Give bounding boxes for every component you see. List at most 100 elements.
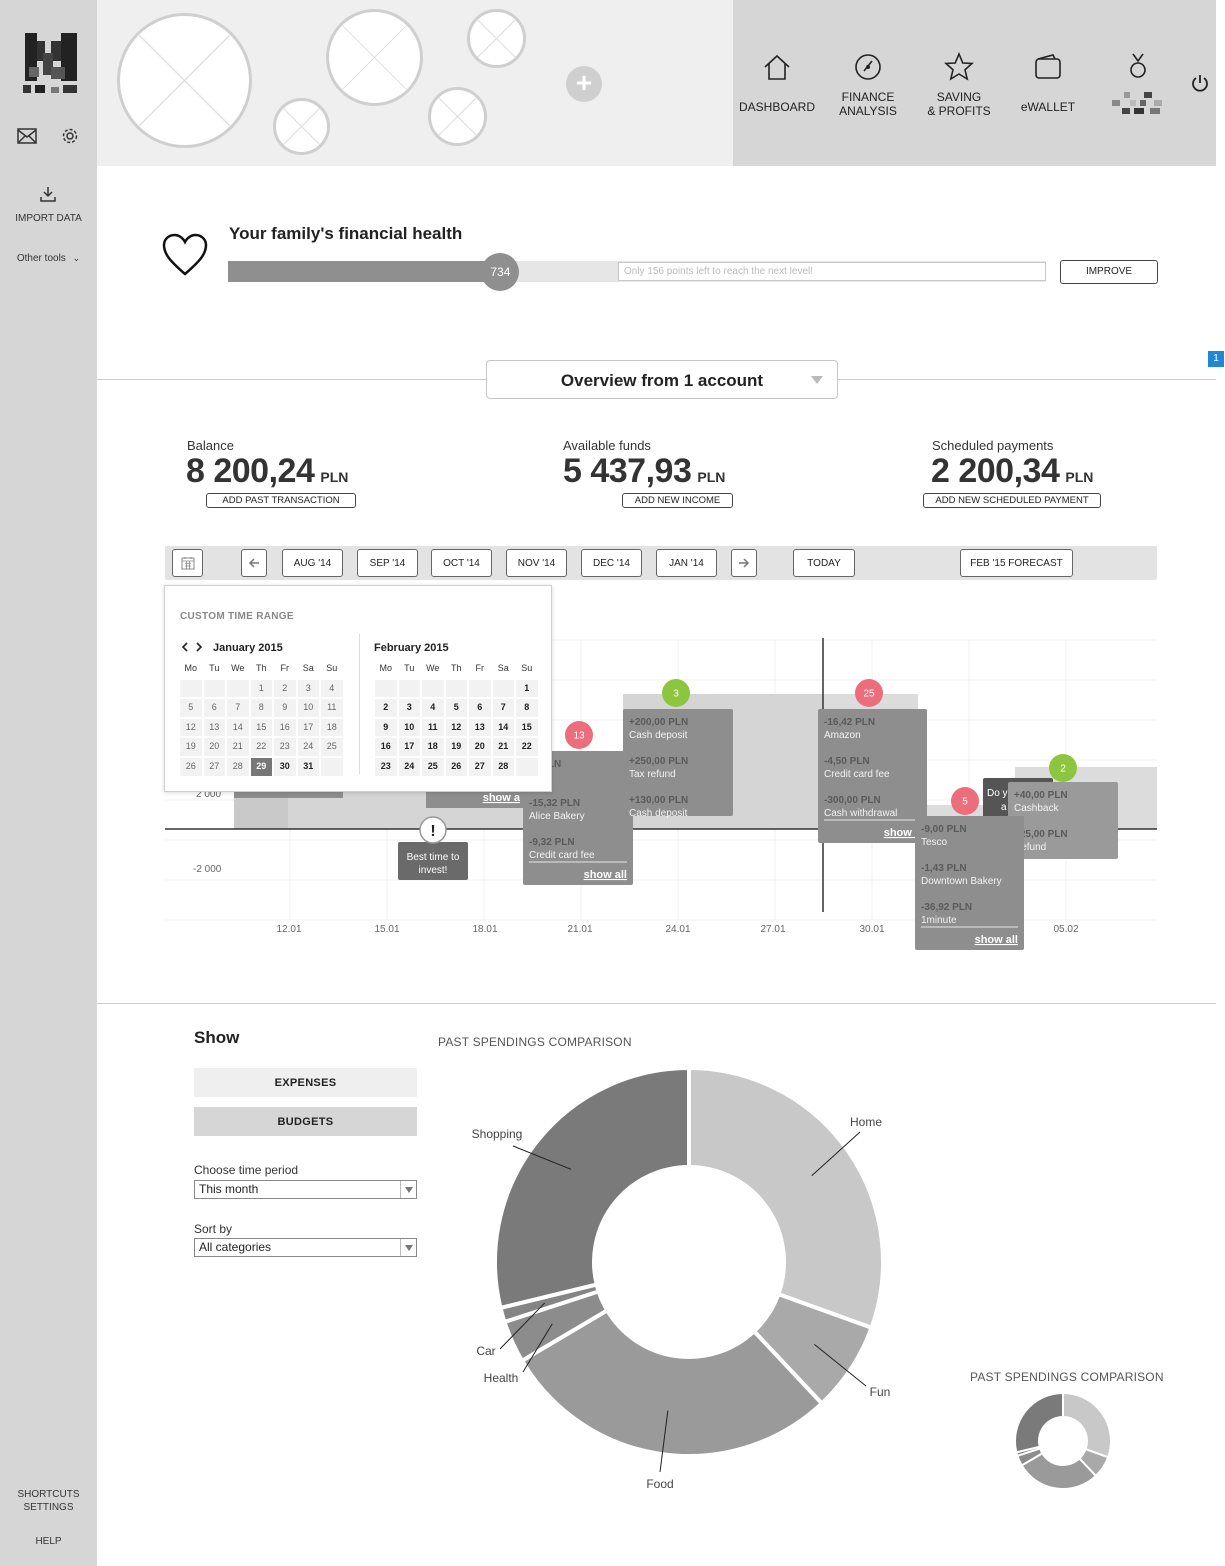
logo[interactable] [21,31,81,97]
calendar-day[interactable]: 25 [421,756,445,777]
calendar-day[interactable]: 12 [179,717,203,738]
period-select[interactable]: This month [194,1180,417,1199]
expenses-toggle[interactable]: EXPENSES [194,1068,417,1097]
calendar-day[interactable]: 22 [249,737,273,757]
calendar-day[interactable]: 27 [468,756,492,777]
calendar-day[interactable]: 7 [226,698,250,718]
calendar-day[interactable]: 3 [397,698,421,718]
calendar-day[interactable]: 3 [296,678,320,699]
calendar-day[interactable]: 18 [320,717,344,738]
calendar-day[interactable]: 29 [249,756,273,777]
member-avatar[interactable] [273,98,330,155]
forecast-button[interactable]: FEB '15 FORECAST [960,549,1073,577]
calendar-day[interactable]: 11 [320,698,344,718]
nav-ewallet[interactable]: eWALLET [1008,48,1088,114]
calendar-day[interactable]: 21 [491,737,515,757]
calendar-day[interactable]: 8 [249,698,273,718]
calendar-day[interactable]: 7 [491,698,515,718]
calendar-day[interactable]: 19 [179,737,203,757]
calendar-day[interactable]: 13 [468,717,492,738]
add-past-transaction-button[interactable]: ADD PAST TRANSACTION [206,493,356,508]
calendar-day[interactable]: 31 [296,756,320,777]
nav-dashboard[interactable]: DASHBOARD [737,48,817,114]
calendar-day[interactable]: 4 [421,698,445,718]
calendar-day[interactable]: 15 [249,717,273,738]
member-avatar[interactable] [326,9,423,106]
calendar-day[interactable]: 28 [226,756,250,777]
calendar-day[interactable]: 17 [296,717,320,738]
timeline-prev-button[interactable] [241,549,267,577]
calendar-day[interactable]: 26 [444,756,468,777]
chevron-left-icon[interactable] [181,642,189,652]
nav-saving-profits[interactable]: SAVING & PROFITS [919,48,999,118]
calendar-day[interactable]: 20 [468,737,492,757]
calendar-day[interactable]: 14 [226,717,250,738]
calendar-day[interactable]: 5 [444,698,468,718]
calendar-day[interactable]: 5 [179,698,203,718]
calendar-day[interactable]: 16 [273,717,297,738]
calendar-button[interactable] [172,549,203,577]
month-nov[interactable]: NOV '14 [506,549,567,577]
calendar-day[interactable]: 23 [374,756,398,777]
calendar-day[interactable]: 22 [515,737,539,757]
add-new-income-button[interactable]: ADD NEW INCOME [622,493,733,508]
member-avatar[interactable] [467,9,526,68]
calendar-day[interactable]: 8 [515,698,539,718]
calendar-day[interactable]: 15 [515,717,539,738]
calendar-day[interactable]: 28 [491,756,515,777]
download-icon[interactable] [34,180,62,208]
calendar-day[interactable]: 13 [202,717,226,738]
member-avatar[interactable] [117,13,252,148]
help-link[interactable]: HELP [0,1535,97,1548]
calendar-day[interactable]: 24 [397,756,421,777]
improve-button[interactable]: IMPROVE [1060,260,1158,284]
mail-icon[interactable] [13,122,41,150]
calendar-day[interactable]: 18 [421,737,445,757]
calendar-day[interactable]: 21 [226,737,250,757]
add-scheduled-payment-button[interactable]: ADD NEW SCHEDULED PAYMENT [923,493,1101,508]
calendar-day[interactable]: 2 [374,698,398,718]
calendar-day[interactable]: 25 [320,737,344,757]
gear-icon[interactable] [56,122,84,150]
calendar-day[interactable]: 10 [397,717,421,738]
calendar-day[interactable]: 10 [296,698,320,718]
today-button[interactable]: TODAY [793,549,855,577]
calendar-day[interactable]: 12 [444,717,468,738]
calendar-day[interactable]: 14 [491,717,515,738]
month-sep[interactable]: SEP '14 [357,549,418,577]
other-tools-menu[interactable]: Other tools ⌄ [0,252,97,265]
calendar-day[interactable]: 6 [202,698,226,718]
calendar-day[interactable]: 9 [374,717,398,738]
calendar-day[interactable]: 1 [249,678,273,699]
show-all-link[interactable]: show all [975,934,1018,946]
month-oct[interactable]: OCT '14 [431,549,492,577]
month-jan[interactable]: JAN '14 [656,549,717,577]
calendar-day[interactable]: 26 [179,756,203,777]
calendar-day[interactable]: 30 [273,756,297,777]
month-dec[interactable]: DEC '14 [581,549,642,577]
calendar-day[interactable]: 19 [444,737,468,757]
calendar-day[interactable]: 23 [273,737,297,757]
calendar-day[interactable]: 24 [296,737,320,757]
calendar-day[interactable]: 1 [515,678,539,699]
calendar-day[interactable]: 4 [320,678,344,699]
sort-select[interactable]: All categories [194,1238,417,1257]
show-all-link[interactable]: show a [884,827,922,839]
power-icon[interactable] [1190,73,1210,93]
add-member-button[interactable]: + [566,66,602,102]
calendar-day[interactable]: 6 [468,698,492,718]
timeline-next-button[interactable] [731,549,757,577]
notification-badge[interactable]: 1 [1208,351,1224,367]
calendar-day[interactable]: 2 [273,678,297,699]
account-overview-select[interactable]: Overview from 1 account [486,360,838,399]
calendar-day[interactable]: 27 [202,756,226,777]
calendar-day[interactable]: 17 [397,737,421,757]
calendar-day[interactable]: 11 [421,717,445,738]
nav-achievements[interactable] [1098,48,1178,116]
budgets-toggle[interactable]: BUDGETS [194,1107,417,1136]
month-aug[interactable]: AUG '14 [282,549,343,577]
show-all-link[interactable]: show all [584,869,627,881]
member-avatar[interactable] [428,87,487,146]
calendar-day[interactable]: 9 [273,698,297,718]
shortcuts-settings-link[interactable]: SHORTCUTS SETTINGS [0,1488,97,1514]
